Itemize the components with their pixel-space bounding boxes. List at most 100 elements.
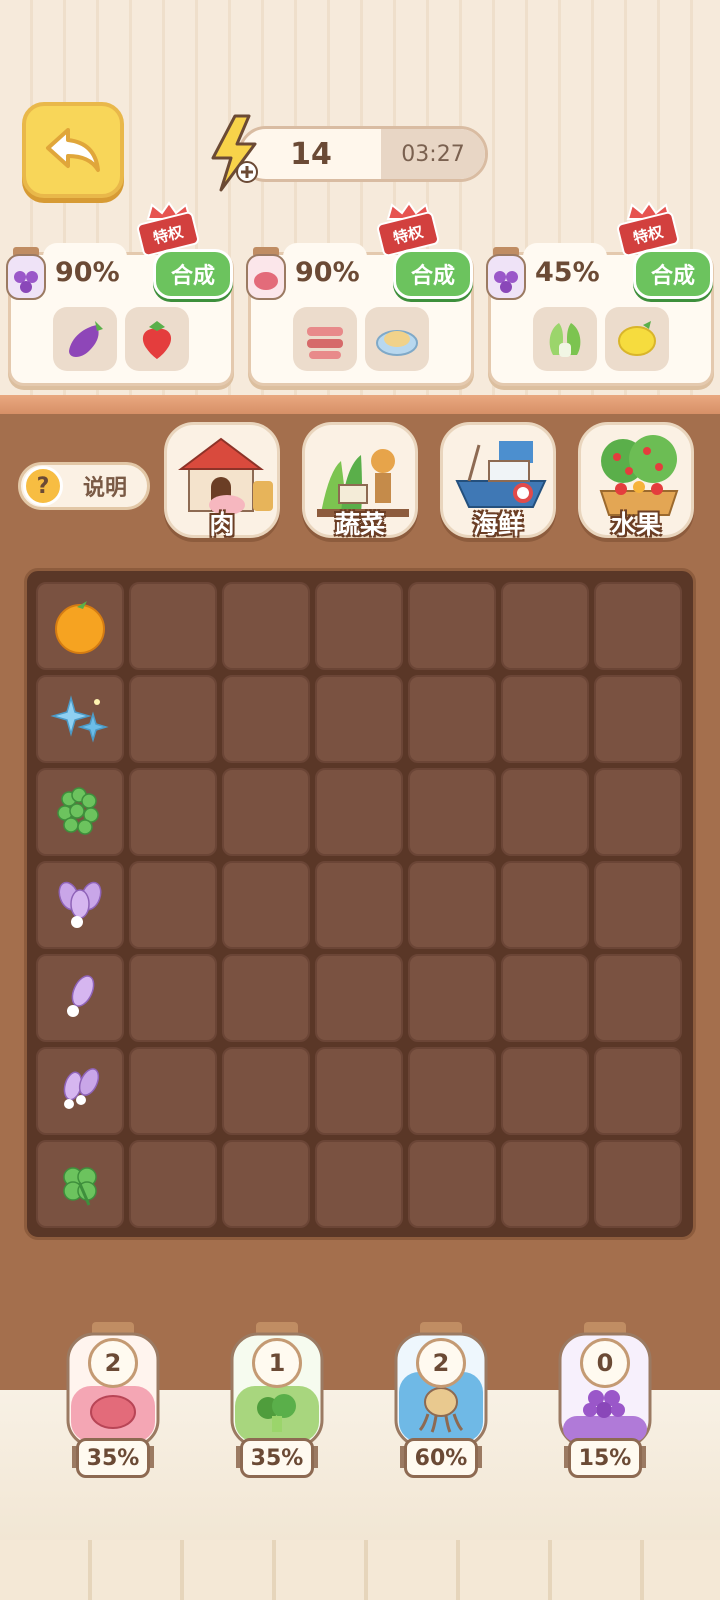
seafood-jar[interactable]: 2 60% (386, 1320, 496, 1480)
grid-cell[interactable] (129, 954, 217, 1042)
tab-seafood[interactable]: 海鲜 (440, 422, 556, 539)
sparkle-stars-icon (50, 695, 109, 743)
grid-cell[interactable] (36, 1140, 124, 1228)
tab-label: 海鲜 (472, 510, 523, 539)
recipe-card-2: 90% 特权 合成 (246, 201, 474, 386)
meat-jar-icon (246, 247, 286, 300)
grid-cell[interactable] (408, 582, 496, 670)
grid-cell[interactable] (222, 1047, 310, 1135)
grid-cell[interactable] (222, 954, 310, 1042)
tab-label: 水果 (610, 510, 661, 539)
grid-cell[interactable] (129, 582, 217, 670)
jar-percent: 60% (404, 1438, 478, 1478)
grid-cell[interactable] (408, 1140, 496, 1228)
grid-cell[interactable] (222, 1140, 310, 1228)
grid-cell[interactable] (129, 675, 217, 763)
ingredient-slot[interactable] (293, 307, 357, 371)
synthesize-button[interactable]: 合成 (633, 249, 713, 299)
tab-meat[interactable]: 肉 (164, 422, 280, 539)
orange-icon (55, 601, 105, 654)
synthesize-button[interactable]: 合成 (393, 249, 473, 299)
grid-cell[interactable] (36, 675, 124, 763)
grid-cell[interactable] (315, 675, 403, 763)
tab-label: 肉 (209, 510, 235, 539)
question-icon: ? (23, 466, 63, 506)
purple-radish-bunch-icon (58, 881, 102, 928)
merge-grid (36, 582, 682, 1228)
cabbage-icon (549, 323, 581, 357)
jar-percent: 15% (568, 1438, 642, 1478)
grid-cell[interactable] (315, 1047, 403, 1135)
jar-count: 2 (416, 1338, 466, 1388)
grid-cell[interactable] (594, 1047, 682, 1135)
grid-cell[interactable] (315, 954, 403, 1042)
energy-bar[interactable]: 14 03:27 (238, 126, 488, 182)
grid-cell[interactable] (315, 861, 403, 949)
grid-cell[interactable] (222, 861, 310, 949)
grid-cell[interactable] (408, 768, 496, 856)
grid-cell[interactable] (594, 954, 682, 1042)
grid-cell[interactable] (315, 768, 403, 856)
jar-percent: 35% (240, 1438, 314, 1478)
grid-cell[interactable] (315, 582, 403, 670)
grid-cell[interactable] (408, 675, 496, 763)
lightning-plus-icon[interactable] (205, 114, 267, 192)
tab-fruit[interactable]: 水果 (578, 422, 694, 539)
recipe-card-1: 90% 特权 合成 (6, 201, 234, 386)
clover-bunch-icon (57, 787, 99, 835)
grape-jar-icon (486, 247, 526, 300)
grid-cell[interactable] (501, 861, 589, 949)
explain-label: 说明 (82, 476, 127, 501)
vegetable-jar[interactable]: 1 35% (222, 1320, 332, 1480)
grid-cell[interactable] (129, 1140, 217, 1228)
explain-button[interactable]: ? 说明 (18, 462, 150, 510)
lemon-icon (618, 321, 656, 356)
meat-jar[interactable]: 2 35% (58, 1320, 168, 1480)
grid-cell[interactable] (36, 768, 124, 856)
purple-radish-icon (67, 975, 95, 1017)
ingredient-slot[interactable] (605, 307, 669, 371)
grid-cell[interactable] (36, 582, 124, 670)
grid-cell[interactable] (501, 582, 589, 670)
grid-cell[interactable] (594, 768, 682, 856)
dumpling-plate-icon (376, 330, 418, 356)
recipe-percent: 90% (55, 257, 120, 288)
clover-icon (63, 1167, 97, 1206)
grid-cell[interactable] (36, 1047, 124, 1135)
grid-cell[interactable] (594, 675, 682, 763)
grid-cell[interactable] (501, 954, 589, 1042)
grid-cell[interactable] (129, 1047, 217, 1135)
grid-cell[interactable] (36, 861, 124, 949)
grid-cell[interactable] (408, 1047, 496, 1135)
recipe-percent: 45% (535, 257, 600, 288)
grid-cell[interactable] (315, 1140, 403, 1228)
grid-cell[interactable] (36, 954, 124, 1042)
grid-cell[interactable] (501, 1047, 589, 1135)
ingredient-slot[interactable] (125, 307, 189, 371)
grid-cell[interactable] (594, 582, 682, 670)
ingredient-slot[interactable] (53, 307, 117, 371)
recipe-card-3: 45% 特权 合成 (486, 201, 714, 386)
grid-cell[interactable] (129, 861, 217, 949)
jar-count: 2 (88, 1338, 138, 1388)
grid-cell[interactable] (594, 861, 682, 949)
synthesize-button[interactable]: 合成 (153, 249, 233, 299)
grid-cell[interactable] (501, 675, 589, 763)
grid-cell[interactable] (408, 861, 496, 949)
back-button[interactable] (22, 102, 124, 198)
grid-cell[interactable] (408, 954, 496, 1042)
tab-label: 蔬菜 (334, 510, 385, 539)
tab-vegetables[interactable]: 蔬菜 (302, 422, 418, 539)
grape-jar-icon (6, 247, 46, 300)
ingredient-slot[interactable] (365, 307, 429, 371)
grid-cell[interactable] (222, 768, 310, 856)
grid-cell[interactable] (594, 1140, 682, 1228)
grid-cell[interactable] (129, 768, 217, 856)
grid-cell[interactable] (501, 1140, 589, 1228)
strawberry-icon (142, 321, 172, 359)
ingredient-slot[interactable] (533, 307, 597, 371)
grid-cell[interactable] (222, 675, 310, 763)
grid-cell[interactable] (501, 768, 589, 856)
grid-cell[interactable] (222, 582, 310, 670)
fruit-jar[interactable]: 0 15% (550, 1320, 660, 1480)
